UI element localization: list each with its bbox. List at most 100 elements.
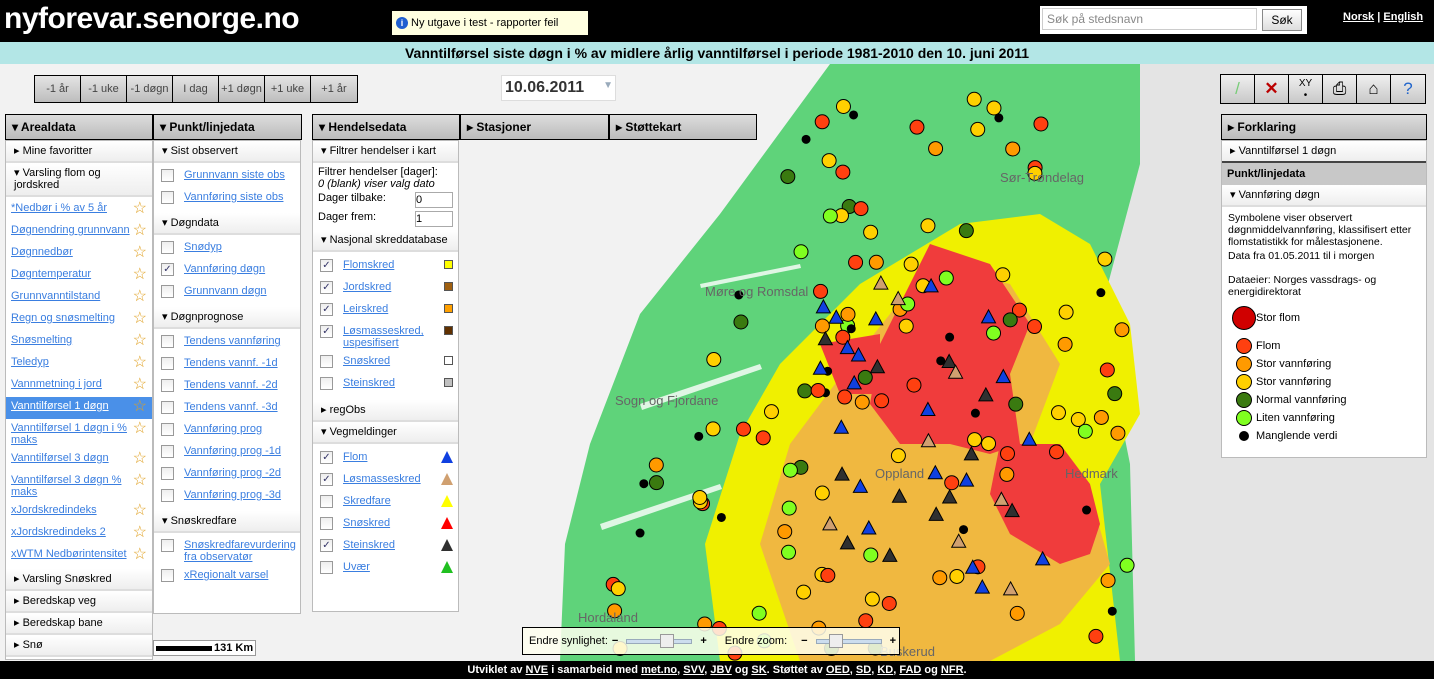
section-group[interactable]: ▾ Sist observert bbox=[154, 141, 300, 163]
station-marker[interactable] bbox=[635, 528, 645, 538]
minus-icon[interactable]: − bbox=[612, 635, 618, 647]
footer-link[interactable]: SK bbox=[751, 664, 766, 676]
areal-item-label[interactable]: Teledyp bbox=[11, 356, 133, 368]
station-marker[interactable] bbox=[814, 114, 830, 130]
station-marker[interactable] bbox=[810, 382, 826, 398]
footer-link[interactable]: SD bbox=[856, 664, 871, 676]
footer-link[interactable]: NFR bbox=[941, 664, 964, 676]
station-marker[interactable] bbox=[898, 318, 914, 334]
station-marker[interactable] bbox=[781, 544, 797, 560]
home-icon[interactable]: ⌂ bbox=[1357, 75, 1391, 103]
areal-item-label[interactable]: Grunnvanntilstand bbox=[11, 290, 133, 302]
event-layer-link[interactable]: Steinskred bbox=[343, 377, 444, 389]
station-marker[interactable] bbox=[945, 332, 955, 342]
star-icon[interactable]: ☆ bbox=[133, 399, 147, 415]
station-marker[interactable] bbox=[1099, 362, 1115, 378]
layer-link[interactable]: Grunnvann siste obs bbox=[184, 169, 295, 181]
star-icon[interactable]: ☆ bbox=[133, 245, 147, 261]
areal-item[interactable]: Teledyp ☆ bbox=[6, 353, 152, 375]
opacity-slider[interactable] bbox=[626, 633, 693, 648]
dager-frem-input[interactable] bbox=[415, 211, 453, 227]
section-group[interactable]: ▾ Snøskredfare bbox=[154, 511, 300, 533]
station-marker[interactable] bbox=[814, 485, 830, 501]
station-marker[interactable] bbox=[970, 121, 986, 137]
section-collapsed[interactable]: ▸ Varsling Snøskred bbox=[6, 569, 152, 591]
station-marker[interactable] bbox=[1057, 336, 1073, 352]
star-icon[interactable]: ☆ bbox=[133, 473, 147, 489]
checkbox[interactable]: ✓ bbox=[320, 303, 333, 316]
station-marker[interactable] bbox=[706, 352, 722, 368]
chevron-down-icon[interactable]: ▼ bbox=[603, 80, 613, 91]
layer-link[interactable]: Tendens vannf. -1d bbox=[184, 357, 295, 369]
station-marker[interactable] bbox=[796, 584, 812, 600]
station-marker[interactable] bbox=[858, 613, 874, 629]
star-icon[interactable]: ☆ bbox=[133, 223, 147, 239]
layer-link[interactable]: Vannføring prog -2d bbox=[184, 467, 295, 479]
station-marker[interactable] bbox=[763, 404, 779, 420]
tab-hendelsedata[interactable]: ▾ Hendelsedata bbox=[312, 114, 460, 140]
station-marker[interactable] bbox=[994, 113, 1004, 123]
lang-english[interactable]: English bbox=[1383, 11, 1423, 23]
station-marker[interactable] bbox=[1009, 605, 1025, 621]
section-vannforing[interactable]: ▾ Vannføring døgn bbox=[1222, 185, 1426, 207]
event-layer-link[interactable]: Snøskred bbox=[343, 355, 444, 367]
minus-year-button[interactable]: -1 år bbox=[35, 76, 81, 102]
checkbox[interactable] bbox=[161, 241, 174, 254]
station-marker[interactable] bbox=[966, 91, 982, 107]
station-marker[interactable] bbox=[848, 254, 864, 270]
station-marker[interactable] bbox=[874, 393, 890, 409]
station-marker[interactable] bbox=[1000, 446, 1016, 462]
station-marker[interactable] bbox=[1107, 386, 1123, 402]
station-marker[interactable] bbox=[705, 421, 721, 437]
station-marker[interactable] bbox=[903, 256, 919, 272]
checkbox[interactable]: ✓ bbox=[320, 281, 333, 294]
tab-forklaring[interactable]: ▸ Forklaring bbox=[1221, 114, 1427, 140]
layer-link[interactable]: Tendens vannføring bbox=[184, 335, 295, 347]
station-marker[interactable] bbox=[835, 98, 851, 114]
checkbox[interactable] bbox=[161, 489, 174, 502]
areal-item-label[interactable]: Snøsmelting bbox=[11, 334, 133, 346]
star-icon[interactable]: ☆ bbox=[133, 355, 147, 371]
section-nasjonal[interactable]: ▾ Nasjonal skreddatabase bbox=[313, 230, 458, 252]
section-filter[interactable]: ▾ Filtrer hendelser i kart bbox=[313, 141, 458, 163]
layer-link[interactable]: Vannføring siste obs bbox=[184, 191, 295, 203]
layer-link[interactable]: Vannføring prog -1d bbox=[184, 445, 295, 457]
draw-icon[interactable]: / bbox=[1221, 75, 1255, 103]
minus-icon[interactable]: − bbox=[801, 635, 807, 647]
station-marker[interactable] bbox=[801, 134, 811, 144]
star-icon[interactable]: ☆ bbox=[133, 333, 147, 349]
station-marker[interactable] bbox=[909, 119, 925, 135]
search-input[interactable] bbox=[1042, 8, 1257, 30]
areal-item[interactable]: Vanntilførsel 1 døgn ☆ bbox=[6, 397, 152, 419]
station-marker[interactable] bbox=[853, 201, 869, 217]
station-marker[interactable] bbox=[986, 325, 1002, 341]
station-marker[interactable] bbox=[735, 421, 751, 437]
checkbox[interactable] bbox=[161, 357, 174, 370]
checkbox[interactable] bbox=[161, 285, 174, 298]
station-marker[interactable] bbox=[1049, 444, 1065, 460]
station-marker[interactable] bbox=[1027, 319, 1043, 335]
station-marker[interactable] bbox=[864, 591, 880, 607]
station-marker[interactable] bbox=[781, 500, 797, 516]
star-icon[interactable]: ☆ bbox=[133, 267, 147, 283]
event-layer-link[interactable]: Løsmasseskred, uspesifisert bbox=[343, 325, 444, 349]
plus-icon[interactable]: + bbox=[700, 635, 706, 647]
zoom-slider[interactable] bbox=[815, 633, 882, 648]
station-marker[interactable] bbox=[938, 270, 954, 286]
minus-day-button[interactable]: -1 døgn bbox=[127, 76, 173, 102]
station-marker[interactable] bbox=[920, 218, 936, 234]
star-icon[interactable]: ☆ bbox=[133, 289, 147, 305]
station-marker[interactable] bbox=[1077, 423, 1093, 439]
station-marker[interactable] bbox=[863, 224, 879, 240]
station-marker[interactable] bbox=[821, 153, 837, 169]
areal-item[interactable]: *Nedbør i % av 5 år ☆ bbox=[6, 199, 152, 221]
tab-punkt[interactable]: ▾ Punkt/linjedata bbox=[153, 114, 302, 140]
section-collapsed[interactable]: ▸ Beredskap veg bbox=[6, 591, 152, 613]
checkbox[interactable]: ✓ bbox=[320, 539, 333, 552]
section-varsling-flom[interactable]: ▾ Varsling flom og jordskred bbox=[6, 163, 152, 197]
station-marker[interactable] bbox=[949, 568, 965, 584]
event-layer-link[interactable]: Flom bbox=[343, 451, 441, 463]
section-area-legend[interactable]: ▸ Vanntilførsel 1 døgn bbox=[1222, 141, 1426, 163]
event-layer-link[interactable]: Snøskred bbox=[343, 517, 441, 529]
star-icon[interactable]: ☆ bbox=[133, 547, 147, 563]
